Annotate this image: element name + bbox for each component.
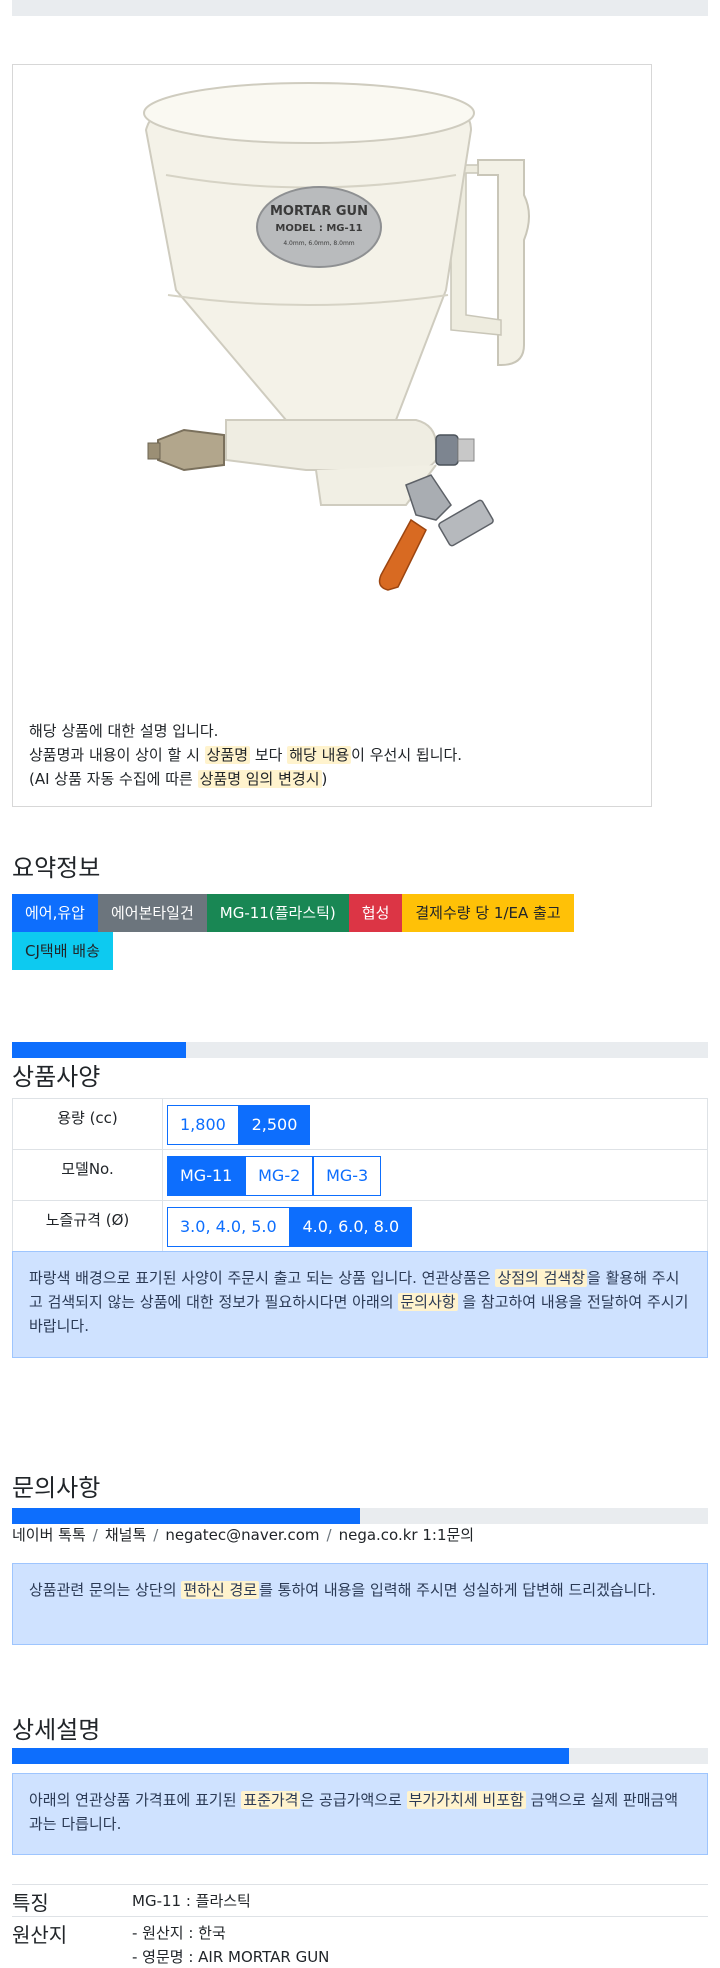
product-image: MORTAR GUN MODEL : MG-11 4.0mm, 6.0mm, 8…	[106, 65, 554, 705]
contact-channel-talk[interactable]: 채널톡	[105, 1526, 146, 1544]
inquiry-notice: 상품관련 문의는 상단의 편하신 경로 를 통하여 내용을 입력해 주시면 성실하…	[12, 1563, 708, 1645]
detail-title: 상세설명	[12, 1716, 101, 1744]
desc-text: (AI 상품 자동 수집에 따른	[29, 770, 198, 788]
inquiry-progress-bar	[12, 1508, 708, 1524]
desc-line-1: 해당 상품에 대한 설명 입니다.	[29, 722, 219, 740]
option-nozzle-small[interactable]: 3.0, 4.0, 5.0	[167, 1207, 290, 1247]
contact-site-inquiry[interactable]: nega.co.kr 1:1문의	[339, 1526, 475, 1544]
detail-notice: 아래의 연관상품 가격표에 표기된 표준가격 은 공급가액으로 부가가치세 비포함…	[12, 1773, 708, 1855]
desc-text: 이 우선시 됩니다.	[351, 746, 463, 764]
feature-table: 특징 MG-11 : 플라스틱 원산지 - 원산지 : 한국 - 영문명 : A…	[12, 1884, 708, 1968]
specs-progress-bar	[12, 1042, 708, 1058]
feature-value-line: - 원산지 : 한국	[132, 1924, 226, 1942]
badge-product-type: 에어본타일건	[97, 894, 207, 932]
option-model-mg3[interactable]: MG-3	[313, 1156, 382, 1196]
product-card: MORTAR GUN MODEL : MG-11 4.0mm, 6.0mm, 8…	[12, 64, 652, 807]
contact-channels: 네이버 톡톡 / 채널톡 / negatec@naver.com / nega.co.kr …	[12, 1524, 474, 1545]
spec-label-capacity: 용량 (cc)	[12, 1098, 163, 1150]
notice-text: 은 공급가액으로	[300, 1791, 407, 1809]
badge-shipping: CJ택배 배송	[12, 932, 113, 970]
highlight-product-name: 상품명	[204, 746, 251, 764]
badge-model: MG-11(플라스틱)	[206, 894, 349, 932]
spec-row-capacity: 용량 (cc) 1,800 2,500	[12, 1098, 708, 1150]
feature-value-line: - 영문명 : AIR MORTAR GUN	[132, 1948, 330, 1966]
contact-naver-talk[interactable]: 네이버 톡톡	[12, 1526, 86, 1544]
desc-line-2: 상품명과 내용이 상이 할 시 상품명 보다 해당 내용 이 우선시 됩니다.	[29, 743, 462, 767]
spec-options-capacity: 1,800 2,500	[162, 1098, 708, 1150]
product-description: 해당 상품에 대한 설명 입니다. 상품명과 내용이 상이 할 시 상품명 보다…	[29, 719, 462, 791]
top-divider-bar	[12, 0, 708, 16]
option-model-mg2[interactable]: MG-2	[245, 1156, 314, 1196]
option-model-mg11[interactable]: MG-11	[167, 1156, 246, 1196]
spec-options-model: MG-11 MG-2 MG-3	[162, 1149, 708, 1201]
spec-label-model: 모델No.	[12, 1149, 163, 1201]
image-label-brand: MORTAR GUN	[270, 204, 368, 219]
separator: /	[153, 1526, 159, 1544]
feature-row-origin: 원산지 - 원산지 : 한국 - 영문명 : AIR MORTAR GUN	[12, 1916, 708, 1968]
highlight-standard-price: 표준가격	[241, 1791, 301, 1809]
contact-email[interactable]: negatec@naver.com	[165, 1526, 319, 1544]
spec-row-nozzle: 노즐규격 (Ø) 3.0, 4.0, 5.0 4.0, 6.0, 8.0	[12, 1200, 708, 1252]
feature-value-line: MG-11 : 플라스틱	[132, 1892, 251, 1910]
badge-brand: 협성	[348, 894, 403, 932]
option-capacity-2500[interactable]: 2,500	[238, 1105, 311, 1145]
option-nozzle-large[interactable]: 4.0, 6.0, 8.0	[289, 1207, 413, 1247]
specs-notice: 파랑색 배경으로 표기된 사양이 주문시 출고 되는 상품 입니다. 연관상품은…	[12, 1251, 708, 1358]
badge-quantity: 결제수량 당 1/EA 출고	[402, 894, 574, 932]
detail-progress-bar	[12, 1748, 708, 1764]
notice-text: 아래의 연관상품 가격표에 표기된	[29, 1791, 242, 1809]
desc-text: 상품명과 내용이 상이 할 시	[29, 746, 205, 764]
highlight-convenient-route: 편하신 경로	[181, 1581, 260, 1599]
summary-title: 요약정보	[12, 854, 101, 882]
separator: /	[326, 1526, 332, 1544]
highlight-vat-excluded: 부가가치세 비포함	[406, 1791, 526, 1809]
highlight-name-change: 상품명 임의 변경시	[197, 770, 322, 788]
spec-options-nozzle: 3.0, 4.0, 5.0 4.0, 6.0, 8.0	[162, 1200, 708, 1252]
feature-value: MG-11 : 플라스틱	[132, 1884, 708, 1917]
notice-text: 파랑색 배경으로 표기된 사양이 주문시 출고 되는 상품 입니다. 연관상품은	[29, 1269, 496, 1287]
highlight-inquiry: 문의사항	[398, 1293, 458, 1311]
spec-table: 용량 (cc) 1,800 2,500 모델No. MG-11 MG-2 MG-…	[12, 1098, 708, 1252]
image-label-sizes: 4.0mm, 6.0mm, 8.0mm	[283, 240, 354, 247]
detail-progress-fill	[12, 1748, 569, 1764]
summary-badges: 에어,유압 에어본타일건 MG-11(플라스틱) 협성 결제수량 당 1/EA …	[12, 894, 652, 970]
inquiry-title: 문의사항	[12, 1474, 101, 1502]
separator: /	[92, 1526, 98, 1544]
specs-progress-fill	[12, 1042, 186, 1058]
image-label-model: MODEL : MG-11	[275, 223, 362, 234]
spec-row-model: 모델No. MG-11 MG-2 MG-3	[12, 1149, 708, 1201]
highlight-content: 해당 내용	[287, 746, 352, 764]
desc-text: 보다	[250, 746, 288, 764]
feature-row-characteristics: 특징 MG-11 : 플라스틱	[12, 1884, 708, 1917]
inquiry-progress-fill	[12, 1508, 360, 1524]
notice-text: 를 통하여 내용을 입력해 주시면 성실하게 답변해 드리겠습니다.	[259, 1581, 657, 1599]
feature-label: 특징	[12, 1884, 132, 1917]
feature-label: 원산지	[12, 1916, 132, 1968]
feature-value: - 원산지 : 한국 - 영문명 : AIR MORTAR GUN	[132, 1916, 708, 1968]
specs-title: 상품사양	[12, 1063, 101, 1091]
option-capacity-1800[interactable]: 1,800	[167, 1105, 239, 1145]
notice-text: 상품관련 문의는 상단의	[29, 1581, 182, 1599]
spec-label-nozzle: 노즐규격 (Ø)	[12, 1200, 163, 1252]
highlight-store-search: 상점의 검색창	[495, 1269, 588, 1287]
desc-line-3: (AI 상품 자동 수집에 따른 상품명 임의 변경시)	[29, 767, 462, 791]
desc-text: )	[321, 770, 328, 788]
badge-category: 에어,유압	[12, 894, 98, 932]
